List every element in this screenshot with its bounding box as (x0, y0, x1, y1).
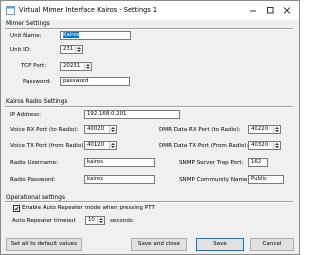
auto-repeater-timeout-spinbox[interactable]: 10 (85, 216, 105, 225)
spin-up-icon[interactable] (111, 143, 115, 145)
dmr-rx-port-label: DMR Data RX Port (to Radio): (159, 127, 241, 133)
spin-down-icon[interactable] (86, 67, 90, 69)
tcp-port-spinbox[interactable]: 20231 (60, 62, 92, 71)
unit-id-label: Unit ID: (10, 47, 32, 53)
unit-name-label: Unit Name: (10, 33, 42, 39)
voice-rx-port-label: Voice RX Port (to Radio): (10, 127, 79, 133)
auto-repeater-timeout-label: Auto Repeater timeout (12, 218, 76, 224)
close-icon[interactable] (282, 6, 292, 15)
ip-address-input[interactable]: 192.168.0.201 (84, 110, 180, 119)
spin-down-icon[interactable] (111, 130, 115, 132)
voice-rx-port-spinbox[interactable]: 40020 (84, 125, 117, 134)
snmp-trap-port-label: SNMP Server Trap Port: (179, 160, 244, 166)
kairos-settings-heading: Kairos Radio Settings (6, 99, 68, 105)
unit-name-input[interactable]: Kairos (60, 31, 131, 40)
voice-rx-port-value: 40020 (87, 126, 105, 132)
password-label: Password: (23, 79, 52, 85)
set-defaults-button[interactable]: Set all to default values (6, 238, 82, 251)
voice-tx-spin-arrows[interactable] (109, 142, 116, 149)
auto-repeater-label: Enable Auto Repeater mode when pressing … (22, 205, 155, 211)
radio-password-input[interactable]: kairos (84, 175, 155, 184)
dmr-rx-spin-arrows[interactable] (273, 126, 280, 133)
operational-settings-separator (5, 201, 293, 203)
timeout-unit-label: seconds (110, 218, 133, 224)
spin-down-icon[interactable] (275, 146, 279, 148)
timeout-spin-arrows[interactable] (97, 217, 104, 224)
minimize-icon[interactable] (248, 6, 258, 15)
maximize-icon[interactable] (265, 6, 275, 15)
settings-window: Virtual Mimer Interface Kairos - Setting… (0, 0, 300, 255)
snmp-community-label: SNMP Community Name: (179, 177, 250, 183)
spin-up-icon[interactable] (77, 47, 81, 49)
save-button[interactable]: Save (196, 238, 244, 251)
spin-down-icon[interactable] (111, 146, 115, 148)
unit-id-value: 231 (63, 46, 74, 52)
checkmark-icon (14, 206, 19, 211)
auto-repeater-checkbox[interactable] (13, 205, 20, 212)
snmp-trap-port-input[interactable]: 162 (248, 158, 268, 167)
tcp-port-spin-arrows[interactable] (84, 63, 91, 70)
radio-username-input[interactable]: kairos (84, 158, 155, 167)
window-app-icon (6, 6, 15, 15)
window-title: Virtual Mimer Interface Kairos - Setting… (19, 6, 158, 14)
spin-up-icon[interactable] (99, 218, 103, 220)
spin-up-icon[interactable] (275, 127, 279, 129)
auto-repeater-timeout-value: 10 (88, 217, 95, 223)
ip-address-label: IP Address: (10, 112, 41, 118)
dmr-tx-port-spinbox[interactable]: 40320 (248, 141, 281, 150)
tcp-port-value: 20231 (63, 63, 81, 69)
spin-up-icon[interactable] (111, 127, 115, 129)
dmr-rx-port-value: 40220 (251, 126, 269, 132)
radio-username-label: Radio Username: (10, 160, 58, 166)
voice-rx-spin-arrows[interactable] (109, 126, 116, 133)
voice-tx-port-label: Voice TX Port (from Radio): (10, 143, 86, 149)
save-and-close-button[interactable]: Save and close (131, 238, 187, 251)
snmp-community-input[interactable]: Public (248, 175, 284, 184)
dmr-tx-spin-arrows[interactable] (273, 142, 280, 149)
mimer-settings-heading: Mimer Settings (6, 21, 50, 27)
cancel-button[interactable]: Cancel (250, 238, 294, 251)
radio-password-label: Radio Password: (10, 177, 56, 183)
spin-down-icon[interactable] (99, 221, 103, 223)
unit-id-spinbox[interactable]: 231 (60, 45, 83, 54)
spin-down-icon[interactable] (275, 130, 279, 132)
tcp-port-label: TCP Port: (21, 63, 47, 69)
voice-tx-port-spinbox[interactable]: 40120 (84, 141, 117, 150)
mimer-settings-separator (5, 28, 293, 30)
dmr-rx-port-spinbox[interactable]: 40220 (248, 125, 281, 134)
dmr-tx-port-value: 40320 (251, 142, 269, 148)
spin-up-icon[interactable] (275, 143, 279, 145)
spin-up-icon[interactable] (86, 64, 90, 66)
voice-tx-port-value: 40120 (87, 142, 105, 148)
dmr-tx-port-label: DMR Data TX Port (From Radio): (159, 143, 249, 149)
title-bar[interactable]: Virtual Mimer Interface Kairos - Setting… (1, 1, 299, 20)
password-input[interactable]: password (60, 77, 130, 86)
spin-down-icon[interactable] (77, 50, 81, 52)
kairos-settings-separator (5, 106, 293, 108)
unit-id-spin-arrows[interactable] (75, 46, 82, 53)
